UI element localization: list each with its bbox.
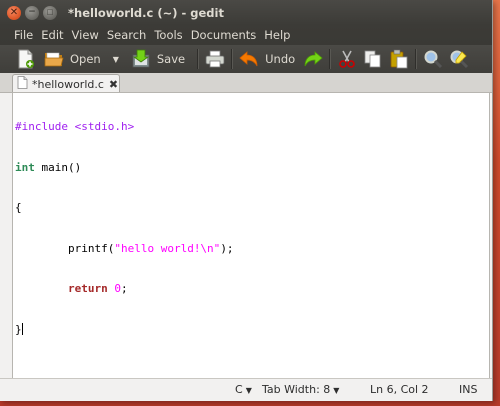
menu-help[interactable]: Help xyxy=(260,28,294,42)
open-recent-dropdown[interactable]: ▼ xyxy=(113,55,119,64)
cursor-position: Ln 6, Col 2 xyxy=(370,383,429,396)
magnifier-icon xyxy=(423,49,443,69)
undo-arrow-icon xyxy=(239,49,259,69)
folder-open-icon xyxy=(44,49,64,69)
undo-button[interactable]: Undo xyxy=(239,47,295,71)
maximize-icon: □ xyxy=(46,8,54,16)
save-label: Save xyxy=(156,52,186,66)
copy-icon xyxy=(363,49,383,69)
code-text: ); xyxy=(220,241,234,255)
redo-button[interactable] xyxy=(303,47,323,71)
toolbar: Open ▼ Save Undo xyxy=(0,45,492,73)
new-button[interactable] xyxy=(16,47,36,71)
insert-mode-indicator: INS xyxy=(459,383,478,396)
string-literal: "hello world!\n" xyxy=(114,241,221,255)
menu-search[interactable]: Search xyxy=(103,28,151,42)
title-bar[interactable]: ✕ − □ *helloworld.c (~) - gedit xyxy=(0,0,492,25)
close-icon: ✕ xyxy=(9,6,19,18)
code-text: { xyxy=(15,201,22,214)
menu-tools[interactable]: Tools xyxy=(150,28,186,42)
open-button[interactable]: Open ▼ xyxy=(44,47,119,71)
window-title: *helloworld.c (~) - gedit xyxy=(68,5,224,20)
code-line: int main() xyxy=(15,161,234,175)
chevron-down-icon: ▼ xyxy=(333,386,340,395)
code-line: } xyxy=(15,322,234,337)
printer-icon xyxy=(205,49,225,69)
toolbar-separator xyxy=(231,49,234,69)
save-button[interactable]: Save xyxy=(131,47,185,71)
menu-edit[interactable]: Edit xyxy=(37,28,67,42)
code-text: ; xyxy=(120,282,128,295)
menu-view[interactable]: View xyxy=(68,28,103,42)
toolbar-separator xyxy=(329,49,332,69)
save-icon xyxy=(131,49,151,69)
close-window-button[interactable]: ✕ xyxy=(7,5,21,20)
find-replace-button[interactable] xyxy=(449,47,469,71)
type-keyword: int xyxy=(15,160,35,174)
new-document-icon xyxy=(16,49,36,69)
tab-helloworld[interactable]: *helloworld.c ✖ xyxy=(12,74,120,93)
document-tab-bar: *helloworld.c ✖ xyxy=(0,73,492,93)
maximize-window-button[interactable]: □ xyxy=(43,5,57,20)
toolbar-separator xyxy=(197,49,200,69)
code-text: main() xyxy=(34,160,82,174)
print-button[interactable] xyxy=(205,47,225,71)
preprocessor-directive: #include <stdio.h> xyxy=(15,120,135,133)
text-document-icon xyxy=(17,76,28,92)
find-button[interactable] xyxy=(423,47,443,71)
redo-arrow-icon xyxy=(303,49,323,69)
language-selector[interactable]: C ▼ xyxy=(235,383,252,396)
text-cursor xyxy=(21,322,23,335)
number-literal: 0 xyxy=(114,282,121,295)
copy-button[interactable] xyxy=(363,47,383,71)
cut-button[interactable] xyxy=(337,47,357,71)
code-line: { xyxy=(15,201,234,215)
tab-width-selector[interactable]: Tab Width: 8 ▼ xyxy=(262,383,339,396)
code-text: } xyxy=(15,322,22,336)
status-bar: C ▼ Tab Width: 8 ▼ Ln 6, Col 2 INS xyxy=(0,378,492,401)
code-line: #include <stdio.h> xyxy=(15,120,234,134)
clipboard-paste-icon xyxy=(389,49,409,69)
undo-label: Undo xyxy=(265,52,296,66)
scissors-icon xyxy=(337,49,357,69)
minimize-window-button[interactable]: − xyxy=(25,5,39,20)
close-tab-icon[interactable]: ✖ xyxy=(109,78,118,91)
menu-bar: File Edit View Search Tools Documents He… xyxy=(0,25,492,45)
gedit-window: ✕ − □ *helloworld.c (~) - gedit File Edi… xyxy=(0,0,493,401)
paste-button[interactable] xyxy=(389,47,409,71)
menu-documents[interactable]: Documents xyxy=(187,28,261,42)
return-keyword: return xyxy=(67,282,108,295)
code-line: printf("hello world!\n"); xyxy=(15,242,234,256)
open-label: Open xyxy=(70,52,101,66)
code-line: return 0; xyxy=(15,282,234,296)
find-replace-icon xyxy=(449,49,469,69)
minimize-icon: − xyxy=(28,7,36,17)
text-editor-area[interactable]: #include <stdio.h> int main() { printf("… xyxy=(12,92,490,379)
toolbar-separator xyxy=(415,49,418,69)
language-label: C xyxy=(235,383,243,396)
code-text: printf( xyxy=(15,241,115,255)
tab-label: *helloworld.c xyxy=(32,77,104,91)
menu-file[interactable]: File xyxy=(0,28,37,42)
chevron-down-icon: ▼ xyxy=(245,386,252,395)
code-content: #include <stdio.h> int main() { printf("… xyxy=(15,93,234,363)
tab-width-label: Tab Width: 8 xyxy=(262,383,331,396)
